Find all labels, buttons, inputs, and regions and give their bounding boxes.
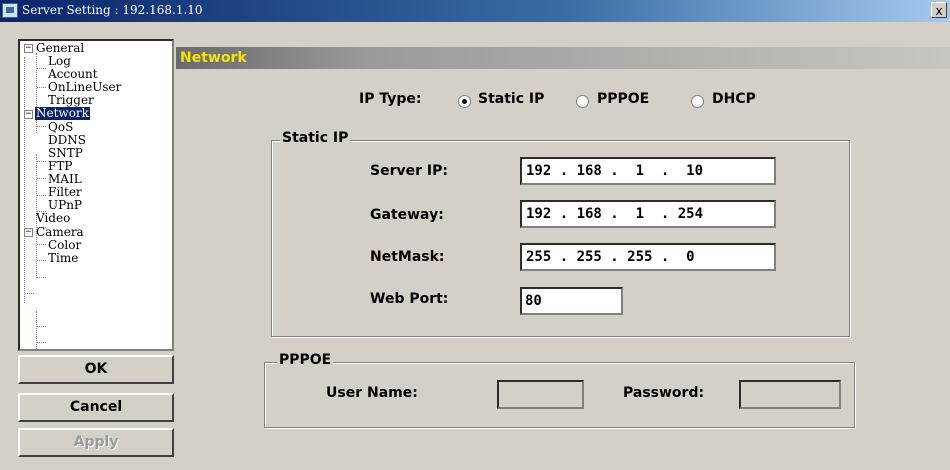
collapse-camera-icon[interactable]: − — [24, 228, 33, 237]
static-ip-option-label: Static IP — [478, 91, 545, 107]
tree-item-network[interactable]: Network — [35, 107, 90, 120]
pppoe-radio[interactable] — [576, 95, 589, 108]
tree-connector — [37, 87, 46, 88]
window-title: Server Setting : 192.168.1.10 — [22, 3, 203, 17]
section-header: Network — [176, 47, 950, 69]
user-name-label: User Name: — [326, 385, 418, 401]
tree-connector — [37, 260, 46, 261]
collapse-network-icon[interactable]: − — [24, 110, 33, 119]
ok-button[interactable]: OK — [18, 355, 174, 384]
cancel-button[interactable]: Cancel — [18, 393, 174, 422]
server-setting-icon — [2, 3, 18, 18]
tree-connector — [37, 126, 46, 127]
close-button[interactable]: x — [931, 2, 947, 18]
tree-connector — [36, 53, 37, 133]
tree-connector — [25, 293, 34, 294]
pppoe-group-title: PPPOE — [277, 352, 334, 368]
section-title: Network — [180, 50, 247, 66]
server-ip-label: Server IP: — [370, 163, 448, 179]
tree-connector — [37, 178, 46, 179]
tree-connector — [37, 244, 46, 245]
static-ip-radio[interactable] — [458, 95, 471, 108]
tree-item-video[interactable]: Video — [36, 212, 70, 225]
server-ip-input[interactable]: 192 . 168 . 1 . 10 — [520, 157, 776, 185]
gateway-label: Gateway: — [370, 207, 444, 223]
collapse-general-icon[interactable]: − — [24, 44, 33, 53]
tree-connector — [37, 342, 46, 343]
tree-connector — [24, 57, 25, 303]
tree-connector — [37, 195, 46, 196]
apply-button: Apply — [18, 428, 174, 457]
tree-connector — [37, 277, 46, 278]
settings-tree[interactable]: − General Log Account OnLineUser Trigger… — [18, 39, 174, 351]
web-port-label: Web Port: — [370, 291, 449, 307]
static-ip-group-title: Static IP — [280, 130, 351, 146]
tree-connector — [36, 311, 37, 349]
dhcp-option-label: DHCP — [712, 91, 756, 107]
ip-type-label: IP Type: — [359, 91, 422, 107]
pppoe-option-label: PPPOE — [597, 91, 650, 107]
tree-connector — [37, 68, 46, 69]
tree-item-time[interactable]: Time — [48, 252, 78, 265]
tree-connector — [37, 326, 46, 327]
netmask-label: NetMask: — [370, 249, 445, 265]
tree-connector — [37, 161, 46, 162]
user-name-input[interactable] — [497, 380, 584, 409]
password-input[interactable] — [739, 380, 841, 409]
password-label: Password: — [623, 385, 705, 401]
title-bar: Server Setting : 192.168.1.10 x — [0, 0, 950, 22]
netmask-input[interactable]: 255 . 255 . 255 . 0 — [520, 243, 776, 271]
gateway-input[interactable]: 192 . 168 . 1 . 254 — [520, 200, 776, 228]
web-port-input[interactable]: 80 — [520, 287, 623, 315]
dhcp-radio[interactable] — [691, 95, 704, 108]
